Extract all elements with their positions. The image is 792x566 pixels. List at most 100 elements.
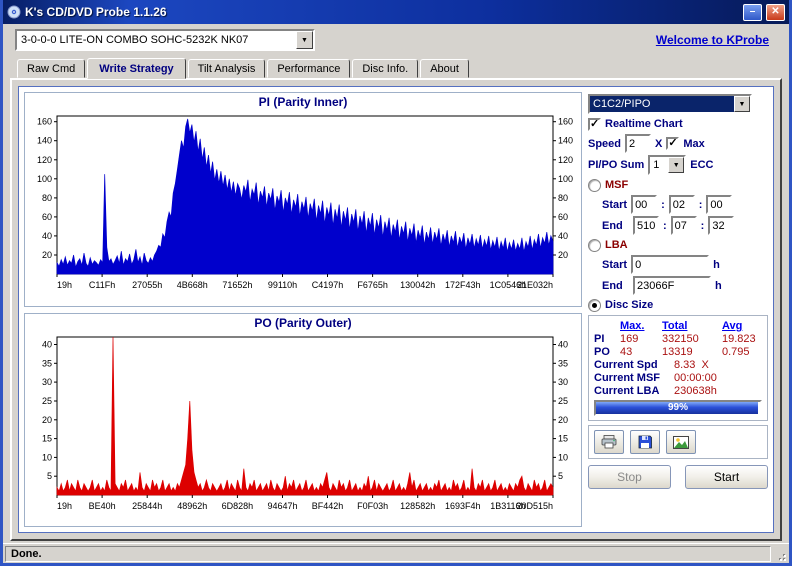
svg-text:10: 10 — [42, 452, 52, 462]
svg-text:25: 25 — [42, 396, 52, 406]
tab-write-strategy[interactable]: Write Strategy — [87, 58, 186, 79]
svg-text:20D515h: 20D515h — [516, 501, 553, 511]
print-button[interactable] — [594, 430, 624, 454]
resize-grip-icon[interactable] — [773, 546, 787, 562]
svg-text:25: 25 — [558, 396, 568, 406]
stats-header-total: Total — [662, 320, 688, 332]
run-controls: Stop Start — [588, 465, 768, 489]
tab-about[interactable]: About — [420, 59, 469, 78]
lba-end-unit: h — [715, 279, 722, 292]
speed-input[interactable] — [625, 134, 652, 153]
app-window: K's CD/DVD Probe 1.1.26 – ✕ 3-0-0-0 LITE… — [0, 0, 792, 566]
stop-button[interactable]: Stop — [588, 465, 671, 489]
svg-text:C4197h: C4197h — [312, 280, 344, 290]
stats-po-total: 13319 — [662, 346, 693, 358]
svg-text:40: 40 — [42, 231, 52, 241]
svg-text:19h: 19h — [57, 501, 72, 511]
stats-pi-max: 169 — [620, 333, 639, 345]
save-button[interactable] — [630, 430, 660, 454]
current-msf-value: 00:00:00 — [674, 372, 717, 384]
svg-text:35: 35 — [558, 358, 568, 368]
pipo-sum-select[interactable]: 1 ▼ — [648, 155, 687, 175]
msf-start-frame-input[interactable] — [706, 195, 733, 214]
svg-text:15: 15 — [558, 433, 568, 443]
disc-size-radio[interactable] — [588, 298, 601, 312]
realtime-chart-label: Realtime Chart — [605, 118, 683, 130]
speed-unit-label: X — [655, 137, 663, 150]
svg-text:60: 60 — [558, 212, 568, 222]
svg-text:27055h: 27055h — [132, 280, 162, 290]
tab-raw-cmd[interactable]: Raw Cmd — [17, 59, 86, 78]
lba-radio[interactable] — [588, 238, 601, 252]
svg-text:94647h: 94647h — [267, 501, 297, 511]
stats-po-max: 43 — [620, 346, 633, 358]
po-chart-title: PO (Parity Outer) — [254, 315, 352, 330]
po-chart-panel: PO (Parity Outer) 5 5 10 10 15 15 20 20 25 25 30 30… — [24, 312, 582, 527]
current-lba-value: 230638h — [674, 385, 717, 397]
tab-disc-info[interactable]: Disc Info. — [352, 59, 419, 78]
tab-performance[interactable]: Performance — [267, 59, 351, 78]
chevron-down-icon[interactable]: ▼ — [734, 96, 750, 112]
save-chart-image-button[interactable] — [666, 430, 696, 454]
lba-start-input[interactable] — [631, 255, 710, 274]
speed-label: Speed — [588, 137, 622, 150]
close-icon[interactable]: ✕ — [766, 3, 785, 21]
lba-start-label: Start — [602, 258, 628, 271]
printer-icon — [601, 435, 617, 449]
start-button[interactable]: Start — [685, 465, 768, 489]
current-speed-value: 8.33 X — [674, 359, 709, 371]
welcome-link[interactable]: Welcome to KProbe — [656, 33, 769, 47]
msf-separator: : — [700, 219, 705, 232]
msf-end-label: End — [602, 219, 623, 232]
svg-text:120: 120 — [558, 155, 573, 165]
drive-select[interactable]: 3-0-0-0 LITE-ON COMBO SOHC-5232K NK07 ▼ — [15, 29, 315, 51]
msf-end-min-input[interactable] — [633, 216, 659, 235]
msf-start-sec-input[interactable] — [668, 195, 695, 214]
msf-separator: : — [698, 198, 703, 211]
svg-text:160: 160 — [37, 117, 52, 127]
svg-text:5: 5 — [47, 471, 52, 481]
title-bar: K's CD/DVD Probe 1.1.26 – ✕ — [3, 0, 789, 24]
svg-text:20: 20 — [558, 250, 568, 260]
msf-radio[interactable] — [588, 178, 601, 192]
svg-text:25844h: 25844h — [132, 501, 162, 511]
svg-text:172F43h: 172F43h — [445, 280, 481, 290]
svg-text:140: 140 — [37, 136, 52, 146]
current-lba-label: Current LBA — [594, 385, 660, 397]
msf-end-sec-input[interactable] — [670, 216, 697, 235]
toolbar: 3-0-0-0 LITE-ON COMBO SOHC-5232K NK07 ▼ … — [3, 24, 789, 56]
msf-end-frame-input[interactable] — [708, 216, 735, 235]
svg-text:160: 160 — [558, 117, 573, 127]
chevron-down-icon[interactable]: ▼ — [668, 157, 685, 173]
msf-radio-label: MSF — [605, 179, 629, 191]
minimize-icon[interactable]: – — [743, 3, 762, 21]
tab-tilt-analysis[interactable]: Tilt Analysis — [187, 59, 266, 78]
svg-text:128582h: 128582h — [400, 501, 435, 511]
svg-text:40: 40 — [42, 339, 52, 349]
svg-text:4B668h: 4B668h — [177, 280, 208, 290]
max-speed-checkbox[interactable] — [666, 136, 680, 150]
svg-text:10: 10 — [558, 452, 568, 462]
po-chart: 5 5 10 10 15 15 20 20 25 25 30 30 35 35 40 40 19h BE40h 25… — [42, 336, 568, 511]
msf-start-min-input[interactable] — [631, 195, 658, 214]
svg-text:30: 30 — [42, 377, 52, 387]
lba-end-input[interactable] — [633, 276, 711, 295]
chevron-down-icon[interactable]: ▼ — [296, 31, 313, 49]
svg-text:99110h: 99110h — [268, 280, 297, 290]
svg-text:21E032h: 21E032h — [517, 280, 553, 290]
stats-header-avg: Avg — [722, 320, 743, 332]
floppy-icon — [638, 435, 652, 449]
app-icon — [7, 5, 21, 19]
svg-text:6D828h: 6D828h — [222, 501, 254, 511]
mode-select[interactable]: C1C2/PIPO ▼ — [588, 94, 752, 114]
stats-pi-avg: 19.823 — [722, 333, 756, 345]
stats-panel: Max. Total Avg PI 169 332150 19.823 PO 4… — [588, 315, 768, 421]
pi-chart-panel: PI (Parity Inner) 20 20 40 40 60 60 80 80 100 100… — [24, 92, 582, 307]
disc-size-radio-label: Disc Size — [605, 299, 654, 311]
svg-text:5: 5 — [558, 471, 563, 481]
chart-image-icon — [673, 435, 689, 449]
stats-pi-label: PI — [594, 333, 605, 345]
svg-text:71652h: 71652h — [222, 280, 252, 290]
svg-text:30: 30 — [558, 377, 568, 387]
realtime-chart-checkbox[interactable] — [588, 117, 601, 131]
